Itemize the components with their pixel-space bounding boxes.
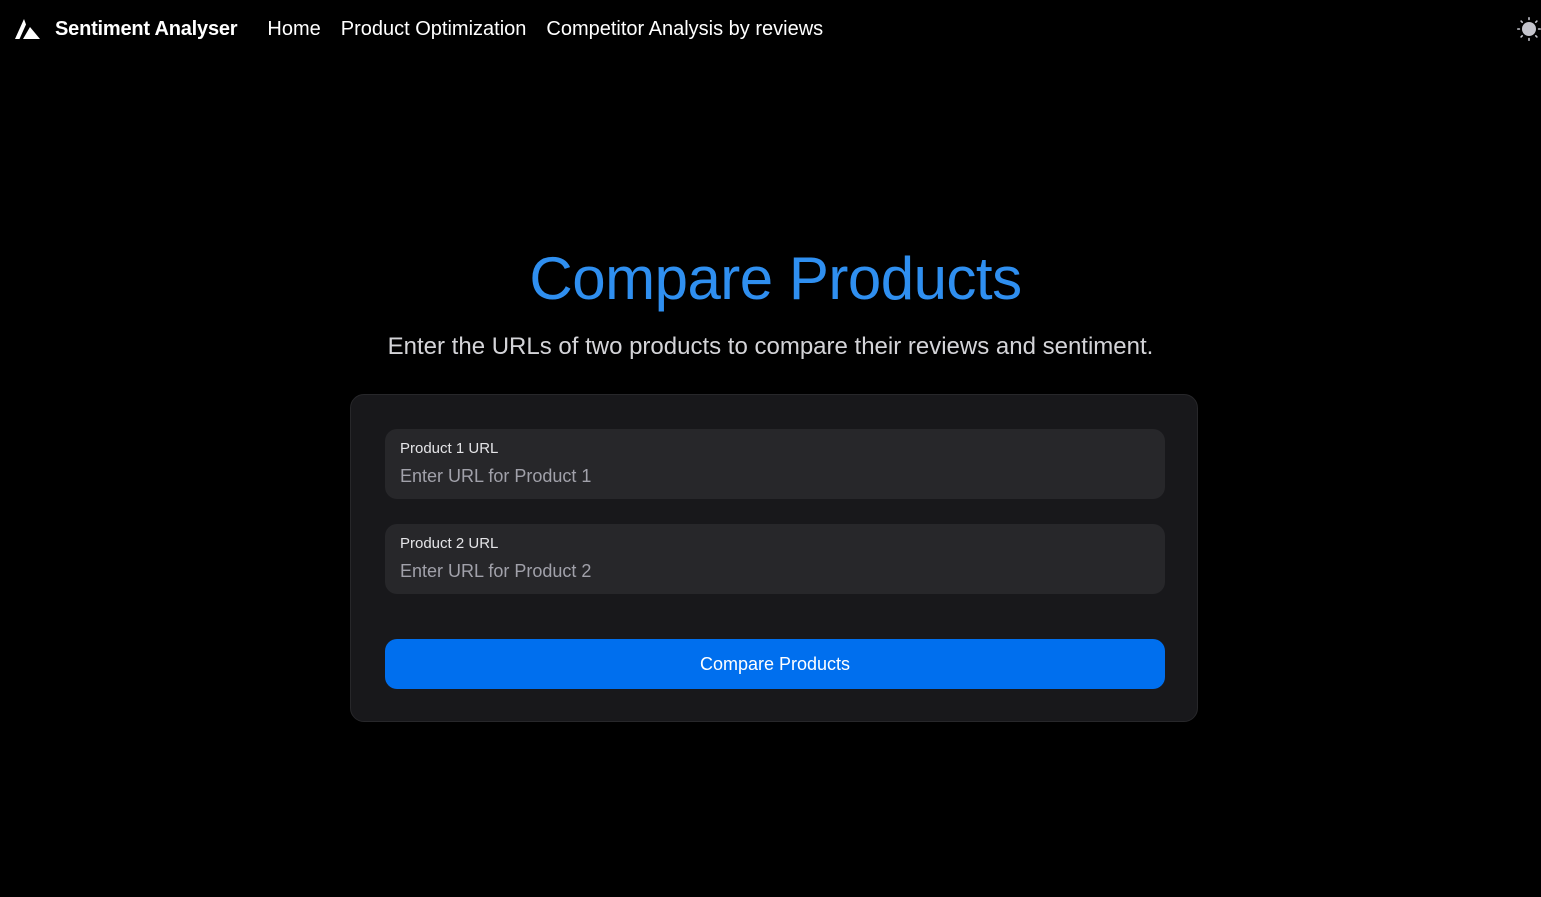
nav-link-home[interactable]: Home <box>267 18 320 41</box>
nav-link-product-optimization[interactable]: Product Optimization <box>341 18 527 41</box>
nav-links: Home Product Optimization Competitor Ana… <box>267 18 823 41</box>
product-1-url-input[interactable] <box>400 464 1150 488</box>
product-1-url-label: Product 1 URL <box>400 440 499 457</box>
page-subtitle: Enter the URLs of two products to compar… <box>387 333 1154 360</box>
triangle-logo-icon <box>15 19 40 39</box>
brand-name: Sentiment Analyser <box>55 17 238 40</box>
product-2-url-label: Product 2 URL <box>400 535 499 552</box>
product-2-url-field[interactable]: Product 2 URL <box>385 524 1165 594</box>
product-2-url-input[interactable] <box>400 559 1150 583</box>
nav-link-competitor-analysis[interactable]: Competitor Analysis by reviews <box>546 18 823 41</box>
product-1-url-field[interactable]: Product 1 URL <box>385 429 1165 499</box>
sun-icon[interactable] <box>1517 17 1541 41</box>
page-title: Compare Products <box>529 245 1022 312</box>
compare-form-card: Product 1 URL Product 2 URL Compare Prod… <box>350 394 1198 722</box>
navbar: Sentiment Analyser Home Product Optimiza… <box>0 0 1541 58</box>
brand[interactable]: Sentiment Analyser <box>15 0 238 58</box>
compare-products-button[interactable]: Compare Products <box>385 639 1165 689</box>
hero: Compare Products Enter the URLs of two p… <box>0 240 1541 362</box>
